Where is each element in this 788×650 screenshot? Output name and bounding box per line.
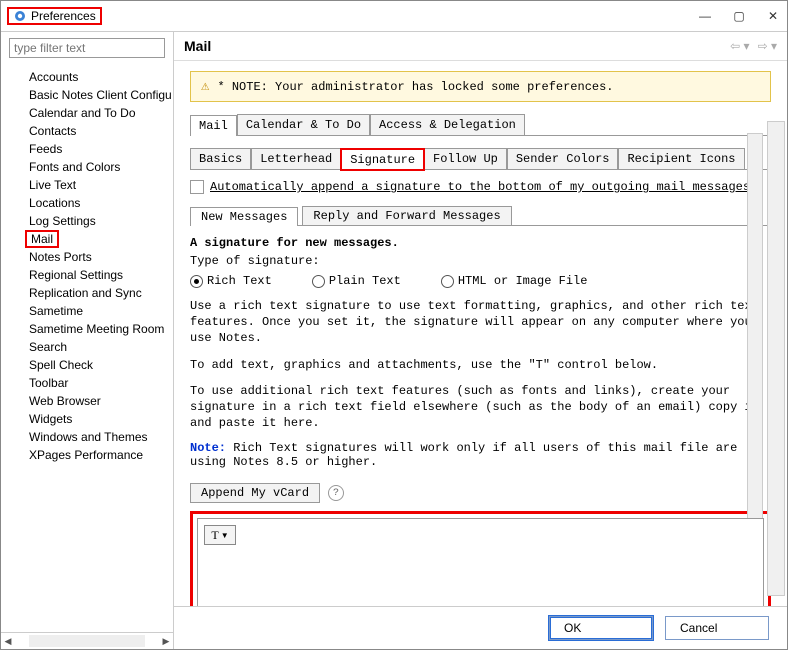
filter-input[interactable] — [9, 38, 165, 58]
close-button[interactable]: ✕ — [765, 9, 781, 23]
note-text: Rich Text signatures will work only if a… — [190, 441, 737, 469]
sidebar-item-spell-check[interactable]: Spell Check — [1, 356, 173, 374]
sig-type-rich-text[interactable]: Rich Text — [190, 274, 272, 288]
admin-lock-text: * NOTE: Your administrator has locked so… — [217, 80, 613, 94]
back-icon[interactable]: ⇦ ▾ — [730, 39, 749, 53]
info-paragraph-2: To add text, graphics and attachments, u… — [190, 357, 771, 373]
info-paragraph-1: Use a rich text signature to use text fo… — [190, 298, 771, 347]
auto-append-label[interactable]: Automatically append a signature to the … — [210, 180, 750, 194]
sig-type-plain-text[interactable]: Plain Text — [312, 274, 401, 288]
type-of-signature-label: Type of signature: — [190, 254, 771, 268]
subtab-sender-colors[interactable]: Sender Colors — [507, 148, 619, 169]
text-tool-button[interactable]: T▼ — [204, 525, 236, 545]
sidebar-item-live-text[interactable]: Live Text — [1, 176, 173, 194]
message-tabs: New MessagesReply and Forward Messages — [190, 206, 771, 226]
auto-append-checkbox[interactable] — [190, 180, 204, 194]
note-label: Note: — [190, 441, 226, 455]
ok-button[interactable]: OK — [549, 616, 653, 640]
sidebar-item-xpages-performance[interactable]: XPages Performance — [1, 446, 173, 464]
preferences-window: Preferences — ▢ ✕ AccountsBasic Notes Cl… — [0, 0, 788, 650]
editor-highlight: T▼ — [190, 511, 771, 606]
titlebar: Preferences — ▢ ✕ — [1, 1, 787, 32]
msgtab-reply-and-forward-messages[interactable]: Reply and Forward Messages — [302, 206, 511, 225]
window-controls: — ▢ ✕ — [697, 9, 781, 23]
sidebar-item-log-settings[interactable]: Log Settings — [1, 212, 173, 230]
tabs-top: MailCalendar & To DoAccess & Delegation — [190, 110, 771, 136]
sidebar-item-search[interactable]: Search — [1, 338, 173, 356]
signature-type-radios: Rich Text Plain Text HTML or Image File — [190, 274, 771, 288]
radio-label: Rich Text — [207, 274, 272, 288]
radio-icon[interactable] — [312, 275, 325, 288]
append-vcard-button[interactable]: Append My vCard — [190, 483, 320, 503]
help-icon[interactable]: ? — [328, 485, 344, 501]
content-pane: Mail ⇦ ▾ ⇨ ▾ ⚠ * NOTE: Your administrato… — [174, 32, 787, 649]
window-title: Preferences — [31, 9, 96, 23]
preferences-tree[interactable]: AccountsBasic Notes Client ConfiguCalend… — [1, 64, 173, 632]
sidebar-item-notes-ports[interactable]: Notes Ports — [1, 248, 173, 266]
admin-lock-note: ⚠ * NOTE: Your administrator has locked … — [190, 71, 771, 102]
app-icon — [13, 9, 27, 23]
scrollbar-outer[interactable] — [767, 121, 785, 596]
tab-calendar-to-do[interactable]: Calendar & To Do — [237, 114, 370, 135]
sidebar-item-basic-notes-client-configu[interactable]: Basic Notes Client Configu — [1, 86, 173, 104]
forward-icon[interactable]: ⇨ ▾ — [758, 39, 777, 53]
sidebar-item-feeds[interactable]: Feeds — [1, 140, 173, 158]
radio-label: HTML or Image File — [458, 274, 588, 288]
tab-mail[interactable]: Mail — [190, 115, 237, 136]
radio-icon[interactable] — [190, 275, 203, 288]
auto-append-row: Automatically append a signature to the … — [190, 180, 771, 194]
sidebar-item-widgets[interactable]: Widgets — [1, 410, 173, 428]
subtab-signature[interactable]: Signature — [341, 149, 424, 170]
sidebar: AccountsBasic Notes Client ConfiguCalend… — [1, 32, 174, 649]
sidebar-item-fonts-and-colors[interactable]: Fonts and Colors — [1, 158, 173, 176]
sidebar-horizontal-scrollbar[interactable]: ◀▶ — [1, 632, 173, 649]
sidebar-item-accounts[interactable]: Accounts — [1, 68, 173, 86]
pane-header: Mail ⇦ ▾ ⇨ ▾ — [174, 32, 787, 61]
dialog-footer: OK Cancel — [174, 606, 787, 649]
sidebar-item-regional-settings[interactable]: Regional Settings — [1, 266, 173, 284]
sidebar-item-sametime[interactable]: Sametime — [1, 302, 173, 320]
sidebar-item-mail[interactable]: Mail — [25, 230, 59, 248]
sidebar-item-sametime-meeting-room[interactable]: Sametime Meeting Room — [1, 320, 173, 338]
sidebar-item-web-browser[interactable]: Web Browser — [1, 392, 173, 410]
radio-icon[interactable] — [441, 275, 454, 288]
subtab-recipient-icons[interactable]: Recipient Icons — [618, 148, 744, 169]
sidebar-item-contacts[interactable]: Contacts — [1, 122, 173, 140]
cancel-button[interactable]: Cancel — [665, 616, 769, 640]
minimize-button[interactable]: — — [697, 9, 713, 23]
subtab-follow-up[interactable]: Follow Up — [424, 148, 507, 169]
maximize-button[interactable]: ▢ — [731, 9, 747, 23]
chevron-down-icon: ▼ — [221, 531, 229, 540]
tab-access-delegation[interactable]: Access & Delegation — [370, 114, 525, 135]
tabs-sub: BasicsLetterheadSignatureFollow UpSender… — [190, 144, 771, 170]
signature-section: A signature for new messages. Type of si… — [190, 236, 771, 606]
sidebar-item-replication-and-sync[interactable]: Replication and Sync — [1, 284, 173, 302]
pane-body: ⚠ * NOTE: Your administrator has locked … — [174, 61, 787, 606]
section-heading: A signature for new messages. — [190, 236, 771, 250]
subtab-letterhead[interactable]: Letterhead — [251, 148, 341, 169]
signature-editor[interactable]: T▼ — [197, 518, 764, 606]
filter-box — [9, 38, 165, 58]
title-highlight: Preferences — [7, 7, 102, 25]
sidebar-item-windows-and-themes[interactable]: Windows and Themes — [1, 428, 173, 446]
warning-icon: ⚠ — [201, 78, 209, 95]
subtab-basics[interactable]: Basics — [190, 148, 251, 169]
nav-icons: ⇦ ▾ ⇨ ▾ — [730, 39, 777, 53]
radio-label: Plain Text — [329, 274, 401, 288]
info-paragraph-3: To use additional rich text features (su… — [190, 383, 771, 432]
note-line: Note: Rich Text signatures will work onl… — [190, 441, 771, 469]
pane-title: Mail — [184, 38, 211, 54]
sidebar-item-toolbar[interactable]: Toolbar — [1, 374, 173, 392]
sidebar-item-locations[interactable]: Locations — [1, 194, 173, 212]
msgtab-new-messages[interactable]: New Messages — [190, 207, 298, 226]
sig-type-html-or-image-file[interactable]: HTML or Image File — [441, 274, 588, 288]
sidebar-item-calendar-and-to-do[interactable]: Calendar and To Do — [1, 104, 173, 122]
